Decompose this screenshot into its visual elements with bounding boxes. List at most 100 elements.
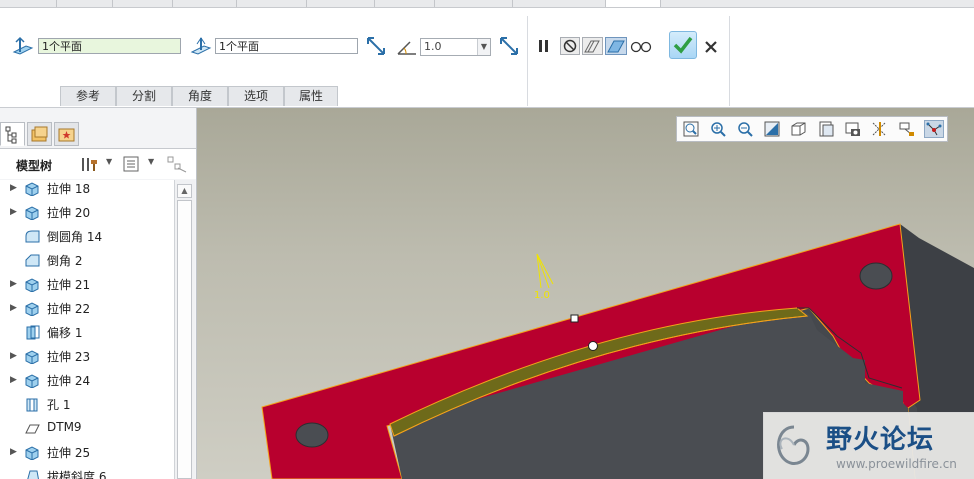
view-manager-icon[interactable] [843,120,863,138]
favorites-tab[interactable] [54,122,79,146]
expand-arrow-icon[interactable]: ▶ [10,351,17,361]
tree-scrollbar[interactable]: ▲ [174,180,195,479]
flip-direction-icon[interactable] [365,35,387,57]
tree-item-label: 孔 1 [47,398,71,412]
chevron-down-icon[interactable]: ▼ [106,157,112,166]
tree-item-extrude-20[interactable]: ▶ 拉伸 20 [0,200,174,224]
tree-item-hole-1[interactable]: 孔 1 [0,392,174,416]
expand-arrow-icon[interactable]: ▶ [10,375,17,385]
tree-item-dtm9[interactable]: DTM9 [0,416,174,440]
separate-preview-icon[interactable] [582,37,603,55]
tree-item-extrude-24[interactable]: ▶ 拉伸 24 [0,368,174,392]
tree-item-label: 拉伸 18 [47,182,91,196]
scroll-up-icon[interactable]: ▲ [177,184,192,198]
scrollbar-thumb[interactable] [177,200,192,479]
draft-icon [27,470,39,479]
annotation-display-icon[interactable] [897,120,917,138]
extrude-icon [25,350,39,364]
tab-references[interactable]: 参考 [60,86,116,106]
spin-center-icon[interactable] [924,120,944,138]
folder-browser-icon [31,126,48,142]
menu-separator [236,0,237,7]
tree-filter-icon[interactable] [166,155,188,173]
repaint-icon[interactable] [762,120,782,138]
model-tree-icon [5,126,17,144]
close-icon[interactable] [704,40,718,54]
menu-separator [306,0,307,7]
expand-arrow-icon[interactable]: ▶ [10,303,17,313]
tree-item-extrude-18[interactable]: ▶ 拉伸 18 [0,180,174,200]
tree-item-label: 倒圆角 14 [47,230,103,244]
model-tree: ▶ 拉伸 18 ▶ 拉伸 20 倒圆角 14 倒角 2 ▶ 拉伸 21 ▶ 拉伸… [0,180,174,479]
pause-icon[interactable] [537,38,551,54]
tree-item-extrude-22[interactable]: ▶ 拉伸 22 [0,296,174,320]
extrude-icon [25,302,39,316]
draft-angle-label[interactable]: 1.0 [534,290,550,301]
menu-separator [512,0,513,7]
show-columns-icon[interactable] [122,155,140,173]
menu-separator [374,0,375,7]
zoom-fit-icon[interactable] [681,120,701,138]
extrude-icon [25,374,39,388]
draft-hinge-field[interactable]: 1个平面 [215,38,358,54]
tree-item-round-14[interactable]: 倒圆角 14 [0,224,174,248]
extrude-icon [25,182,39,196]
expand-arrow-icon[interactable]: ▶ [10,207,17,217]
datum-plane-icon [25,424,40,434]
datum-display-icon[interactable] [870,120,890,138]
tree-settings-icon[interactable] [80,155,100,173]
flip-angle-icon[interactable] [498,35,520,57]
model-tree-header: 模型树 ▼ ▼ [0,148,196,179]
verify-preview-icon[interactable] [605,37,627,55]
draft-surfaces-field[interactable]: 1个平面 [38,38,181,54]
zoom-in-icon[interactable] [708,120,728,138]
tab-split[interactable]: 分割 [116,86,172,106]
forum-watermark: 野火论坛 www.proewildfire.cn [763,412,974,479]
extrude-icon [25,446,39,460]
draft-angle-dropdown[interactable]: 1.0 ▼ [420,38,491,56]
tree-item-label: 拉伸 22 [47,302,91,316]
favorites-icon [58,128,75,142]
tree-item-label: 拉伸 21 [47,278,91,292]
watermark-url: www.proewildfire.cn [836,457,957,471]
tree-item-extrude-21[interactable]: ▶ 拉伸 21 [0,272,174,296]
offset-icon [26,325,40,340]
display-style-icon[interactable] [789,120,809,138]
graphics-viewport[interactable]: 1.0 野火论坛 www.proewildfire.cn [197,108,974,479]
tree-item-label: 偏移 1 [47,326,83,340]
tree-item-extrude-23[interactable]: ▶ 拉伸 23 [0,344,174,368]
menu-separator [56,0,57,7]
draft-surfaces-icon[interactable] [12,36,34,56]
expand-arrow-icon[interactable]: ▶ [10,183,17,193]
tab-options[interactable]: 选项 [228,86,284,106]
tree-item-draft-6[interactable]: 拔模斜度 6 [0,464,174,479]
model-tree-tab[interactable] [0,122,25,146]
tree-item-label: 拉伸 24 [47,374,91,388]
tree-item-extrude-25[interactable]: ▶ 拉伸 25 [0,440,174,464]
tree-item-offset-1[interactable]: 偏移 1 [0,320,174,344]
chevron-down-icon[interactable]: ▼ [477,39,490,55]
angle-icon [397,41,416,55]
expand-arrow-icon[interactable]: ▶ [10,279,17,289]
chamfer-icon [25,254,40,267]
tab-properties[interactable]: 属性 [284,86,338,106]
menu-bar [0,0,974,8]
chevron-down-icon[interactable]: ▼ [148,157,154,166]
tree-item-label: 倒角 2 [47,254,83,268]
no-preview-icon[interactable] [560,37,580,55]
ok-button[interactable] [669,31,697,59]
zoom-out-icon[interactable] [735,120,755,138]
saved-views-icon[interactable] [816,120,836,138]
expand-arrow-icon[interactable]: ▶ [10,447,17,457]
tree-item-label: 拉伸 25 [47,446,91,460]
menu-tab-draft-active[interactable] [605,0,661,7]
menu-separator [112,0,113,7]
layer-tree-tab[interactable] [27,122,52,146]
tab-angles[interactable]: 角度 [172,86,228,106]
menu-separator [434,0,435,7]
tree-item-chamfer-2[interactable]: 倒角 2 [0,248,174,272]
glasses-preview-icon[interactable] [630,39,652,53]
draft-hinge-icon[interactable] [190,36,212,56]
extrude-icon [25,206,39,220]
model-tree-title: 模型树 [16,159,53,173]
